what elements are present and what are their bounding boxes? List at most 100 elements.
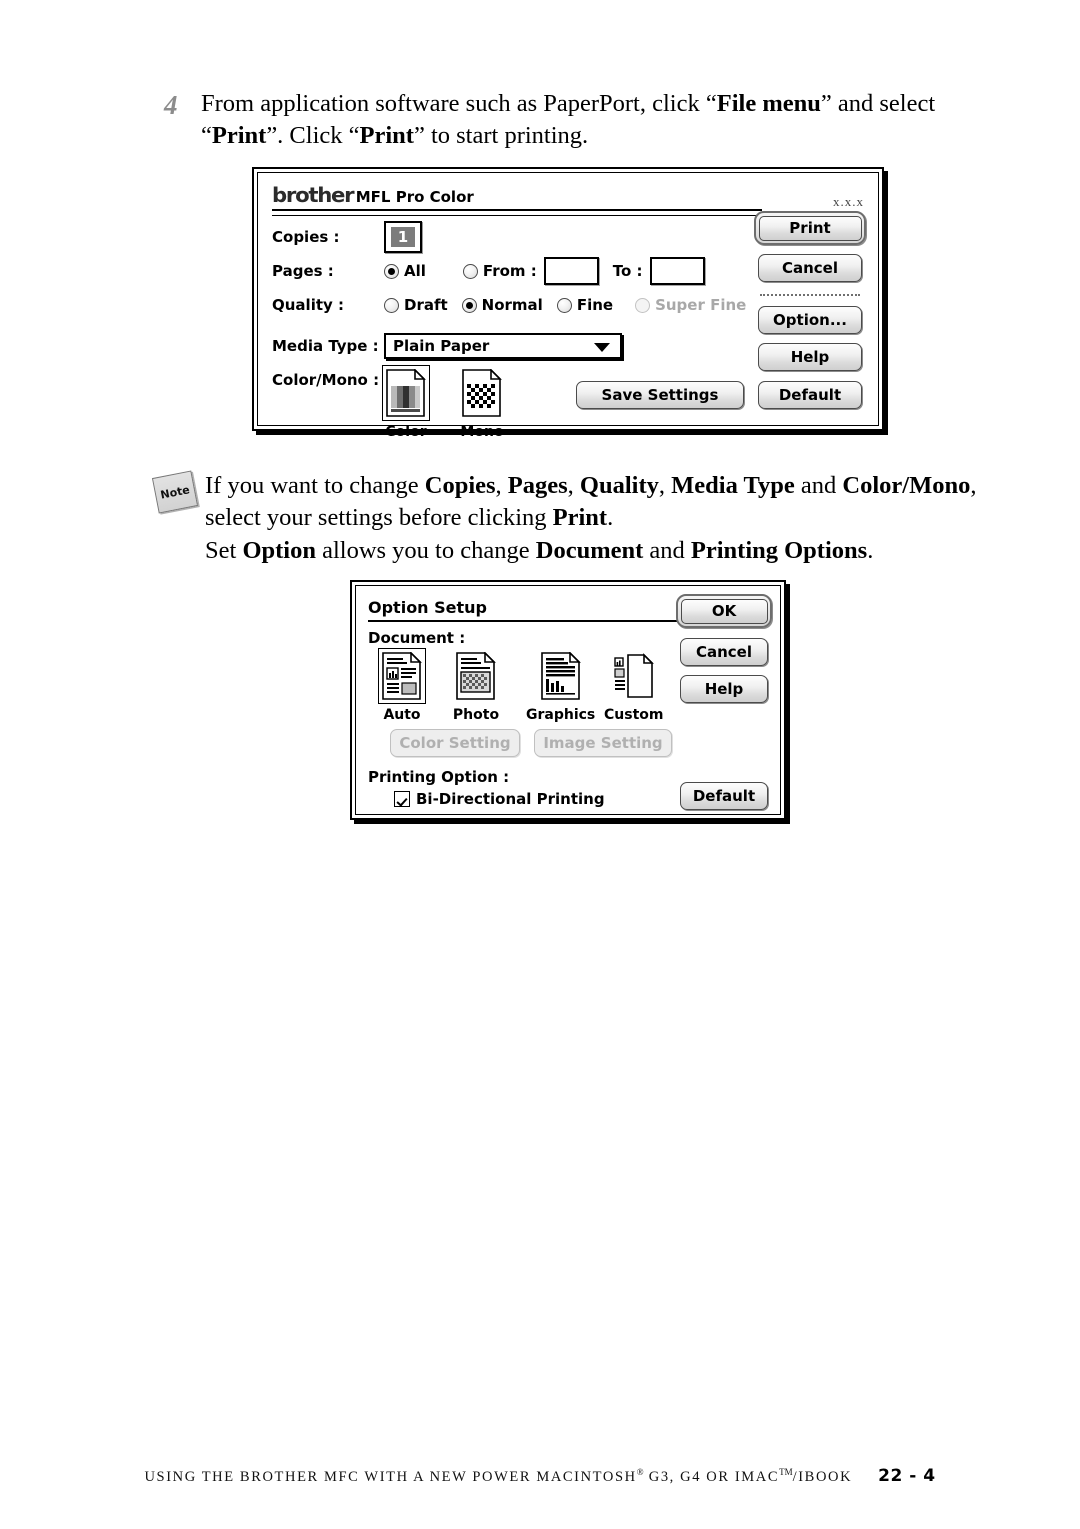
bi-directional-printing-label: Bi-Directional Printing [416,790,605,808]
pages-label: Pages : [272,262,334,280]
option-help-button[interactable]: Help [680,675,768,703]
note-text: If you want to change Copies, Pages, Qua… [205,470,990,534]
option-default-button[interactable]: Default [680,782,768,810]
pages-all-radio[interactable]: All [384,262,426,280]
registered-trademark-icon: ® [636,1467,644,1478]
page-number: 22 - 4 [878,1466,936,1486]
step-line1-c: ” and select [820,90,936,117]
radio-draft-icon [384,297,399,313]
pages-all-label: All [404,262,426,280]
document-option-photo[interactable]: Photo [452,648,500,723]
media-type-value: Plain Paper [393,337,490,355]
step-number: 4 [164,90,178,120]
photo-icon-selection-box [452,648,500,704]
note-l1-colormono: Color/Mono [842,472,971,499]
step-line1-a: From application software such as PaperP… [201,90,717,117]
step-line2-e: ” to start printing. [413,122,589,149]
pages-row: Pages : All From : To : [272,257,705,285]
color-mono-option-color[interactable]: Color [382,365,430,440]
note-icon-label: Note [159,482,191,502]
cancel-button[interactable]: Cancel [758,254,862,282]
document-option-graphics[interactable]: Graphics [526,648,595,723]
print-button-label: Print [789,219,831,237]
copies-input[interactable]: 1 [384,221,422,253]
step-line2-c: ”. Click “ [266,122,360,149]
trademark-icon: TM [779,1467,793,1478]
option-default-button-label: Default [692,787,756,805]
option-button-label: Option... [773,311,847,329]
pages-range-radio[interactable]: From : [462,262,537,280]
color-mono-label: Color/Mono : [272,371,380,389]
note-l2-print: Print [552,504,608,531]
page-footer: USING THE BROTHER MFC WITH A NEW POWER M… [0,1466,1080,1486]
ok-button[interactable]: OK [676,594,772,628]
printing-option-label: Printing Option : [368,768,510,786]
option-cancel-button[interactable]: Cancel [680,638,768,666]
document-option-custom[interactable]: Custom [604,648,663,723]
button-group-separator [760,294,860,296]
ok-button-label: OK [711,602,737,620]
mono-icon-selection-box [458,365,506,421]
note-l1-i: and [794,472,843,499]
checkbox-checked-icon [394,791,410,807]
footer-text-b: G3, G4 OR IMAC [643,1469,780,1485]
note-l1-c: , [495,472,508,499]
bi-directional-printing-checkbox[interactable]: Bi-Directional Printing [394,790,605,808]
quality-normal-radio[interactable]: Normal [461,296,543,314]
step-line1-bold: File menu [716,90,821,117]
color-icon-selection-box [382,365,430,421]
print-dialog: brother MFL Pro Color x.x.x Copies : 1 Pa… [252,167,884,440]
note-l3-option: Option [242,537,316,564]
print-default-button[interactable]: Default [758,381,862,409]
note-l1-pages: Pages [507,472,568,499]
color-setting-button-label: Color Setting [399,734,511,752]
quality-fine-radio[interactable]: Fine [556,296,614,314]
option-help-button-label: Help [704,680,744,698]
option-button[interactable]: Option... [758,306,862,334]
step-paragraph: 4 From application software such as Pape… [164,88,964,152]
document-option-auto[interactable]: Auto [378,648,426,723]
pages-to-input[interactable] [649,257,705,285]
mono-option-label: Mono [460,424,504,440]
header-divider [272,209,762,216]
graphics-option-label: Graphics [526,707,596,723]
auto-document-icon [382,652,422,700]
color-mono-option-mono[interactable]: Mono [458,365,506,440]
note-l2-a: select your settings before clicking [205,504,553,531]
note-l2-c: . [607,504,614,531]
image-setting-button-label: Image Setting [543,734,663,752]
brother-logo: brother [272,183,355,207]
note-l3-c: allows you to change [315,537,536,564]
document-section-label: Document : [368,629,466,647]
print-button[interactable]: Print [754,211,866,245]
copies-value: 1 [391,227,415,247]
media-type-label: Media Type : [272,337,379,355]
note-l1-copies: Copies [424,472,496,499]
driver-version-label: x.x.x [833,194,864,209]
help-button-label: Help [790,348,830,366]
graphics-icon-selection-box [537,648,585,704]
radio-from-icon [462,263,478,279]
pages-from-input[interactable] [543,257,599,285]
note-l1-a: If you want to change [205,472,425,499]
color-setting-button: Color Setting [390,729,520,757]
print-default-button-label: Default [778,386,842,404]
custom-icon-selection-box [610,648,658,704]
quality-superfine-radio: Super Fine [635,296,746,314]
step-line2-bold2: Print [359,122,414,149]
note-l3-a: Set [205,537,243,564]
option-cancel-button-label: Cancel [695,643,752,661]
color-page-icon [386,369,426,417]
note-block: Note If you want to change Copies, Pages… [151,470,990,567]
radio-all-icon [384,263,399,279]
note-l1-quality: Quality [579,472,659,499]
quality-draft-radio[interactable]: Draft [384,296,448,314]
save-settings-button-label: Save Settings [601,386,719,404]
media-type-select[interactable]: Plain Paper [384,333,622,359]
footer-text-a: USING THE BROTHER MFC WITH A NEW POWER M… [144,1469,637,1485]
quality-fine-label: Fine [576,296,614,314]
step-line2-a: “ [201,122,212,149]
help-button[interactable]: Help [758,343,862,371]
custom-document-icon [614,652,654,700]
save-settings-button[interactable]: Save Settings [576,381,744,409]
